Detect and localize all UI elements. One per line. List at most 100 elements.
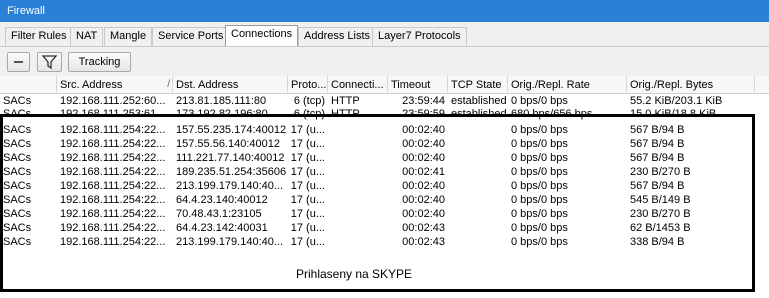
tracking-button[interactable]: Tracking: [68, 52, 131, 72]
table-cell: 17 (u...: [290, 138, 325, 150]
table-cell: [448, 222, 508, 235]
table-row[interactable]: SACs 192.168.111.254:22... 157.55.235.174:…: [0, 124, 769, 137]
table-cell: 23:59:44: [402, 95, 445, 107]
table-cell: 55.2 KiB/203.1 KiB: [630, 95, 723, 107]
table-cell: [448, 138, 508, 151]
table-cell: 62 B/1453 B: [630, 222, 691, 234]
table-cell: 0 bps/0 bps: [511, 236, 568, 248]
table-row[interactable]: SACs 192.168.111.254:22... 64.4.23.140:400…: [0, 194, 769, 207]
table-row[interactable]: SACs 192.168.111.254:22... 189.235.51.254:…: [0, 166, 769, 179]
tab-address-lists[interactable]: Address Lists: [298, 27, 377, 46]
table-cell: 192.168.111.254:22...: [60, 222, 166, 234]
table-cell: SACs: [3, 108, 32, 120]
table-cell: 17 (u...: [290, 208, 325, 220]
tab-nat[interactable]: NAT: [70, 27, 104, 46]
tab-mangle[interactable]: Mangle: [104, 27, 153, 46]
tab-connections[interactable]: Connections: [225, 25, 299, 46]
table-cell: 17 (u...: [290, 222, 325, 234]
table-cell: 17 (u...: [290, 236, 325, 248]
table-cell: 567 B/94 B: [630, 138, 685, 150]
remove-button[interactable]: [7, 52, 30, 72]
table-cell: 64.4.23.142:40031: [176, 222, 268, 234]
column-header-protocol[interactable]: Proto...: [288, 76, 328, 94]
table-cell: 192.168.111.252:60...: [60, 95, 166, 107]
column-header-tcp-state[interactable]: TCP State: [448, 76, 508, 94]
column-header-src-address[interactable]: Src. Address /: [57, 76, 173, 94]
table-row[interactable]: SACs 192.168.111.253:61... 173.192.82.196:…: [0, 108, 769, 121]
table-cell: established: [451, 108, 507, 120]
column-header-connection-type[interactable]: Connecti...: [328, 76, 388, 94]
table-cell: 15.0 KiB/18.8 KiB: [630, 108, 717, 120]
table-row[interactable]: SACs 192.168.111.254:22... 111.221.77.140:…: [0, 152, 769, 165]
table-cell: 157.55.56.140:40012: [176, 138, 280, 150]
table-cell: 00:02:43: [402, 222, 445, 234]
table-cell: SACs: [3, 166, 32, 178]
table-row[interactable]: SACs 192.168.111.254:22... 213.199.179.140…: [0, 180, 769, 193]
table-cell: 192.168.111.254:22...: [60, 180, 166, 192]
table-cell: 0 bps/0 bps: [511, 208, 568, 220]
table-cell: 0 bps/0 bps: [511, 152, 568, 164]
table-row[interactable]: SACs 192.168.111.252:60... 213.81.185.111:…: [0, 95, 769, 108]
table-cell: [328, 208, 388, 221]
table-cell: SACs: [3, 124, 32, 136]
table-cell: 00:02:40: [402, 208, 445, 220]
table-cell: SACs: [3, 95, 32, 107]
table-cell: 00:02:40: [402, 180, 445, 192]
table-row[interactable]: SACs 192.168.111.254:22... 213.199.179.140…: [0, 236, 769, 249]
table-cell: 0 bps/0 bps: [511, 222, 568, 234]
column-header-timeout[interactable]: Timeout: [388, 76, 448, 94]
table-cell: 0 bps/0 bps: [511, 95, 568, 107]
table-cell: [448, 236, 508, 249]
table-cell: 545 B/149 B: [630, 194, 691, 206]
column-header-dst-address[interactable]: Dst. Address: [173, 76, 288, 94]
table-cell: [448, 180, 508, 193]
table-row[interactable]: SACs 192.168.111.254:22... 70.48.43.1:2310…: [0, 208, 769, 221]
table-cell: 70.48.43.1:23105: [176, 208, 262, 220]
tab-filter-rules[interactable]: Filter Rules: [5, 27, 73, 46]
table-cell: 173.192.82.196:80: [176, 108, 268, 120]
table-cell: 17 (u...: [290, 124, 325, 136]
table-cell: [328, 194, 388, 207]
table-cell: SACs: [3, 208, 32, 220]
column-header-label: Src. Address: [60, 79, 123, 91]
table-cell: 17 (u...: [290, 166, 325, 178]
table-cell: 157.55.235.174:40012: [176, 124, 287, 136]
table-cell: SACs: [3, 180, 32, 192]
table-cell: 192.168.111.254:22...: [60, 166, 166, 178]
column-header-comment[interactable]: [0, 76, 57, 94]
table-cell: SACs: [3, 222, 32, 234]
tab-layer7-protocols[interactable]: Layer7 Protocols: [372, 27, 467, 46]
table-cell: [328, 152, 388, 165]
table-cell: 567 B/94 B: [630, 124, 685, 136]
table-cell: 00:02:40: [402, 152, 445, 164]
column-header-rate[interactable]: Orig./Repl. Rate: [508, 76, 627, 94]
table-row[interactable]: SACs 192.168.111.254:22... 64.4.23.142:400…: [0, 222, 769, 235]
table-cell: [328, 124, 388, 137]
table-cell: SACs: [3, 152, 32, 164]
table-cell: 17 (u...: [290, 180, 325, 192]
table-cell: 567 B/94 B: [630, 152, 685, 164]
table-cell: 00:02:40: [402, 124, 445, 136]
table-cell: [448, 194, 508, 207]
table-cell: 17 (u...: [290, 152, 325, 164]
table-cell: HTTP: [331, 108, 360, 120]
table-cell: 338 B/94 B: [630, 236, 685, 248]
table-cell: HTTP: [331, 95, 360, 107]
table-cell: 00:02:40: [402, 138, 445, 150]
minus-icon: [14, 61, 23, 63]
table-cell: 00:02:43: [402, 236, 445, 248]
toolbar: Tracking: [0, 46, 769, 76]
table-cell: [448, 166, 508, 179]
table-cell: SACs: [3, 194, 32, 206]
table-cell: 192.168.111.254:22...: [60, 124, 166, 136]
table-cell: [328, 222, 388, 235]
tab-bar: Filter Rules NAT Mangle Service Ports Co…: [0, 22, 769, 46]
table-cell: 567 B/94 B: [630, 180, 685, 192]
filter-button[interactable]: [37, 52, 62, 72]
tab-service-ports[interactable]: Service Ports: [152, 27, 230, 46]
table-cell: [448, 124, 508, 137]
table-cell: [328, 166, 388, 179]
table-cell: 213.81.185.111:80: [176, 95, 267, 107]
table-row[interactable]: SACs 192.168.111.254:22... 157.55.56.140:4…: [0, 138, 769, 151]
column-header-bytes[interactable]: Orig./Repl. Bytes: [627, 76, 755, 94]
